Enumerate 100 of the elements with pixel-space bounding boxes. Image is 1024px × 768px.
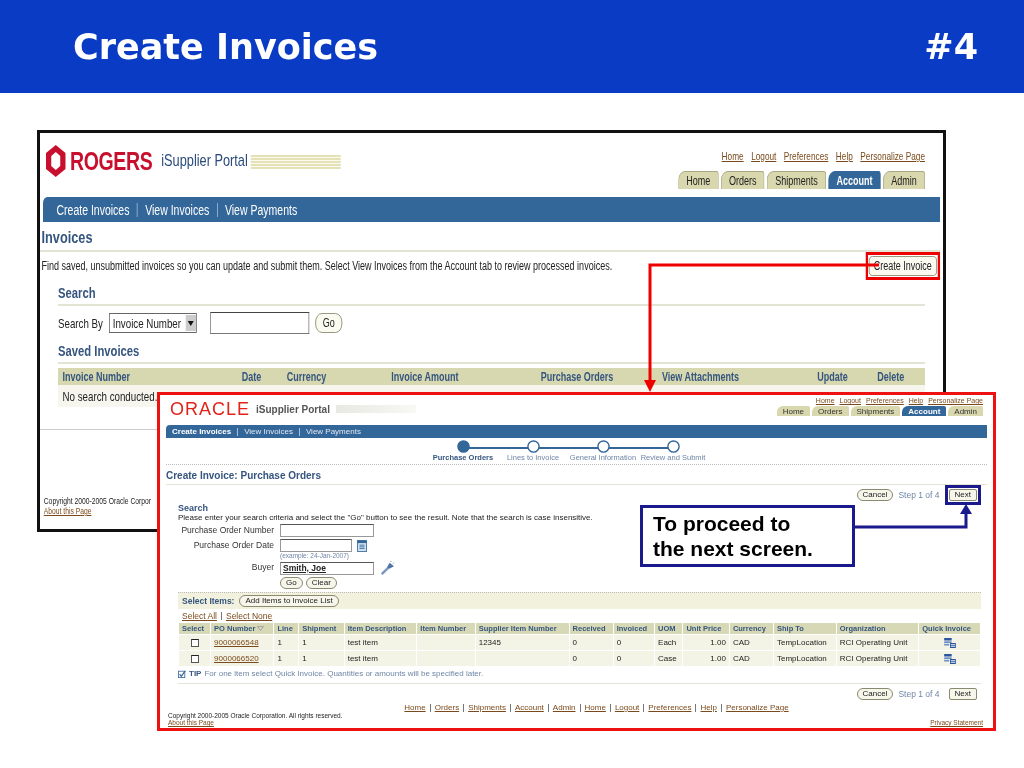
table-cell: 1 [302,638,307,647]
column-header: Update [816,369,849,384]
footer-link[interactable]: Logout [614,703,640,712]
tab[interactable]: Account [828,171,881,189]
step-indicator: Step 1 of 4 [898,689,940,699]
tab[interactable]: Admin [883,171,925,189]
search-field[interactable] [210,312,310,334]
tab[interactable]: Home [776,406,811,416]
cancel-button[interactable]: Cancel [856,489,894,501]
select-link[interactable]: Select All [182,611,217,621]
table-cell: 0 [572,654,578,663]
instruction-text: Please enter your search criteria and select the "Go" button to see the result. Note that the search is case insensitive. [178,513,593,522]
search-by-dropdown[interactable]: Invoice Number [109,313,197,333]
footer-link[interactable]: Personalize Page [725,703,789,712]
row-checkbox[interactable] [190,654,199,663]
footer-link[interactable]: Shipments [468,703,506,712]
table-cell: 1 [277,638,282,647]
field-label: Search By [58,315,103,331]
cancel-button[interactable]: Cancel [856,688,894,700]
table-cell: Each [658,638,677,647]
add-items-button[interactable]: Add Items to Invoice List [239,595,339,607]
tab[interactable]: Home [677,171,719,189]
portal-name: iSupplier Portal [161,151,248,171]
table-cell: test item [347,638,378,647]
logo-wordmark: ROGERS [70,145,153,177]
global-link[interactable]: Personalize Page [860,150,925,162]
table-cell: Case [658,654,677,663]
table-cell: CAD [732,654,750,663]
tab[interactable]: Shipments [766,171,826,189]
search-button[interactable]: Clear [305,577,337,589]
table-cell: 1 [302,654,307,663]
tab[interactable]: Shipments [850,406,901,416]
description-text: Find saved, unsubmitted invoices so you can update and submit them. Select View Invoices from the Account tab to review processed invoices. [41,259,613,273]
table-cell-text: No search conducted. [61,388,158,404]
footer-link[interactable]: Preferences [648,703,692,712]
page-heading: Invoices [40,228,940,252]
callout-text: To proceed to the next screen. [653,511,813,561]
table-cell: TempLocation [777,654,827,663]
section-heading: Search [178,503,209,513]
step-indicator: Step 1 of 4 [898,490,940,500]
tab[interactable]: Account [902,406,947,416]
table-cell: RCI Operating Unit [839,638,908,647]
subtab-link[interactable]: View Payments [305,427,361,436]
date-field[interactable] [280,539,352,552]
quick-invoice-icon[interactable] [943,653,956,664]
table-cell: RCI Operating Unit [839,654,908,663]
copyright-text: Copyright 2000-2005 Oracle Corpor [43,496,152,506]
tip-text: For one item select Quick Invoice. Quantities or amounts will be specified later. [204,669,484,678]
table-cell: 1.00 [710,638,726,647]
logo-icon [44,144,67,178]
tip-label: TIP [189,669,202,678]
table-cell: 0 [572,638,578,647]
tab[interactable]: Orders [812,406,849,416]
field-label: Purchase Order Number [180,524,274,535]
next-button[interactable]: Next [948,688,977,700]
select-link[interactable]: Select None [225,611,273,621]
subtab-link[interactable]: View Invoices [244,427,293,436]
table-cell: TempLocation [777,638,827,647]
slide-title: Create Invoices [73,26,379,67]
footer-link[interactable]: Home [404,703,426,712]
row-checkbox[interactable] [190,638,199,647]
global-link[interactable]: Preferences [783,150,829,162]
global-link[interactable]: Help [835,150,853,162]
subtab-link[interactable]: View Invoices [145,201,210,218]
tip-check-icon [178,669,186,678]
table-cell: CAD [732,638,750,647]
column-header: Invoice Number [61,369,131,384]
create-invoice-button[interactable]: Create Invoice [868,256,937,276]
tab[interactable]: Orders [720,171,765,189]
column-header: Date [240,369,263,384]
sort-arrow-icon [257,626,265,631]
search-button[interactable]: Go [280,577,303,589]
quick-invoice-icon[interactable] [943,637,956,648]
page-heading: Create Invoice: Purchase Orders [166,470,987,485]
next-button[interactable]: Next [948,489,977,501]
input-field[interactable]: Smith, Joe [280,561,374,575]
about-link[interactable]: About this Page [43,506,92,516]
table-cell: 0 [616,654,622,663]
footer-link[interactable]: Orders [434,703,460,712]
calendar-icon[interactable] [357,539,367,552]
flashlight-icon[interactable] [379,561,395,575]
go-button[interactable]: Go [315,313,343,333]
table-cell: 0 [616,638,622,647]
subtab-link[interactable]: View Payments [224,201,298,218]
field-label: Buyer [250,561,274,572]
table-cell: 1 [277,654,282,663]
column-header: View Attachments [660,369,740,384]
subtab-link[interactable]: Create Invoices [56,201,130,218]
global-link[interactable]: Home [721,150,744,162]
input-field[interactable] [280,524,374,537]
footer-link[interactable]: Help [700,703,717,712]
table-cell: 12345 [478,638,501,647]
tab[interactable]: Admin [948,406,983,416]
global-link[interactable]: Logout [751,150,777,162]
select-items-label: Select Items: [182,596,235,606]
footer-link[interactable]: Admin [552,703,576,712]
subtab-link[interactable]: Create Invoices [172,427,232,436]
footer-link[interactable]: Account [514,703,544,712]
footer-link[interactable]: Home [584,703,606,712]
section-heading: Saved Invoices [58,342,925,364]
